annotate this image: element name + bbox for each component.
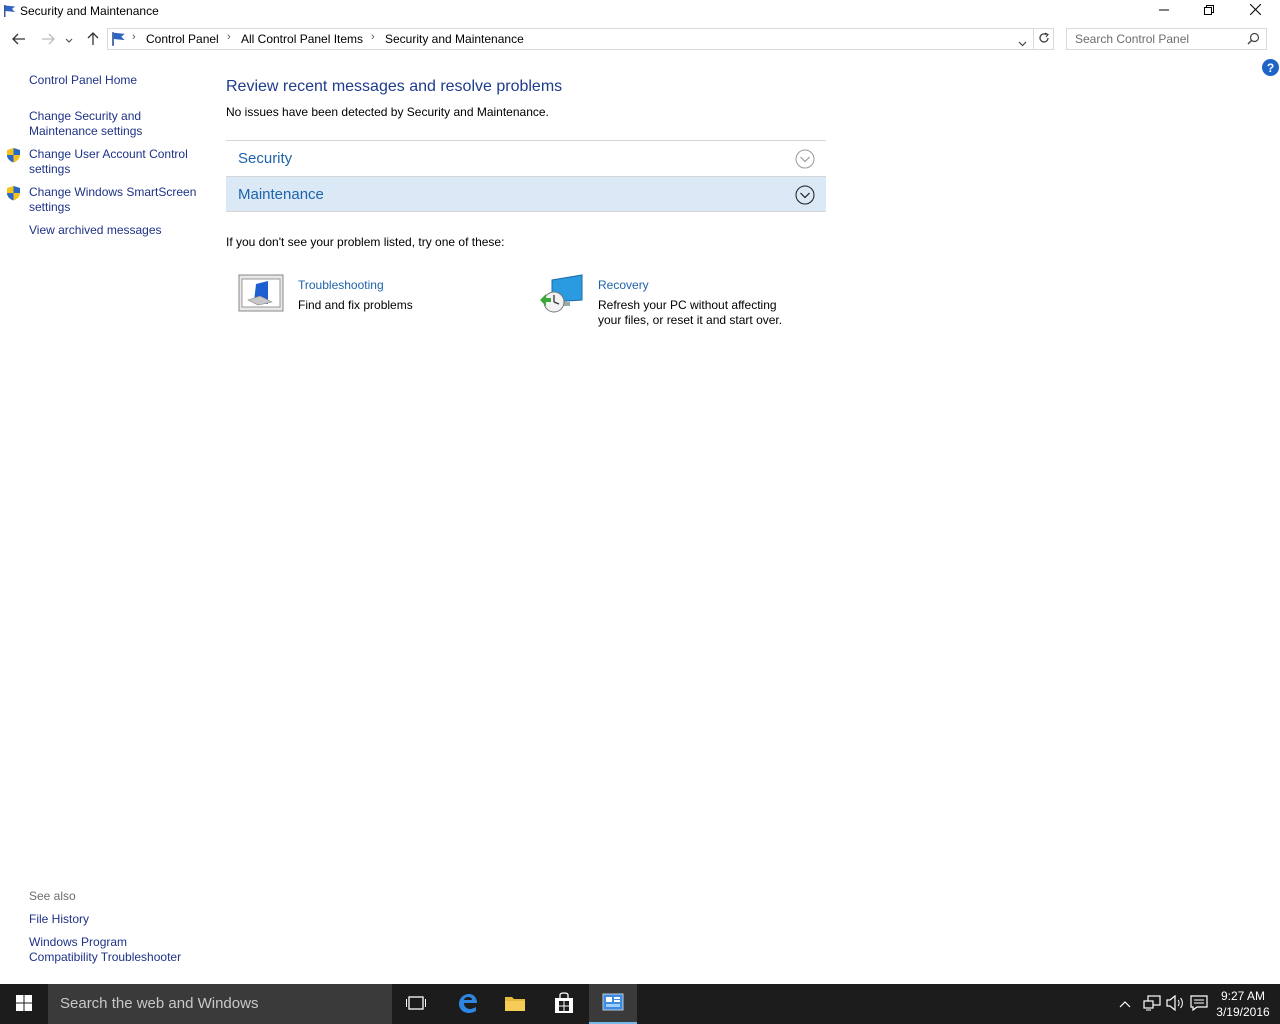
chevron-down-icon bbox=[65, 33, 73, 47]
control-panel-icon bbox=[602, 993, 624, 1014]
up-button[interactable] bbox=[83, 30, 103, 50]
recent-locations-button[interactable] bbox=[62, 30, 76, 50]
clock[interactable]: 9:27 AM 3/19/2016 bbox=[1212, 988, 1274, 1020]
back-button[interactable] bbox=[9, 30, 29, 50]
recovery-icon[interactable] bbox=[538, 274, 584, 319]
security-flag-icon bbox=[3, 4, 17, 21]
taskbar: Search the web and Windows 9:27 AM 3/19/… bbox=[0, 984, 1280, 1024]
action-center-icon[interactable] bbox=[1190, 995, 1208, 1014]
desc-line: Refresh your PC without affecting bbox=[598, 298, 777, 312]
uac-shield-icon bbox=[6, 185, 21, 204]
control-panel-home-link[interactable]: Control Panel Home bbox=[29, 73, 137, 88]
link-line: settings bbox=[29, 162, 71, 176]
forward-arrow-icon bbox=[41, 33, 55, 48]
breadcrumb-separator-icon[interactable]: › bbox=[227, 31, 231, 43]
file-history-link[interactable]: File History bbox=[29, 912, 89, 927]
troubleshooting-link[interactable]: Troubleshooting bbox=[298, 278, 384, 292]
section-label: Maintenance bbox=[238, 186, 324, 203]
recovery-description: Refresh your PC without affecting your f… bbox=[598, 298, 782, 328]
task-view-button[interactable] bbox=[392, 984, 440, 1024]
volume-icon[interactable] bbox=[1166, 994, 1184, 1014]
back-arrow-icon bbox=[12, 33, 26, 48]
breadcrumb-separator-icon[interactable]: › bbox=[371, 31, 375, 43]
address-dropdown-icon[interactable] bbox=[1018, 36, 1027, 50]
control-panel-taskbar-button[interactable] bbox=[589, 984, 637, 1024]
search-box[interactable] bbox=[1066, 28, 1267, 50]
security-section-header[interactable]: Security bbox=[226, 140, 826, 176]
link-line: Change Windows SmartScreen bbox=[29, 185, 197, 199]
change-smartscreen-settings-link[interactable]: Change Windows SmartScreen settings bbox=[29, 185, 196, 215]
start-button[interactable] bbox=[0, 984, 48, 1024]
see-also-heading: See also bbox=[29, 889, 76, 903]
link-line: Windows Program bbox=[29, 935, 128, 949]
page-title: Review recent messages and resolve probl… bbox=[226, 78, 563, 95]
maintenance-section-header[interactable]: Maintenance bbox=[226, 176, 826, 212]
status-message: No issues have been detected by Security… bbox=[226, 105, 549, 119]
clock-time: 9:27 AM bbox=[1220, 989, 1266, 1003]
restore-icon bbox=[1204, 4, 1214, 18]
refresh-button[interactable] bbox=[1034, 28, 1054, 50]
try-these-text: If you don't see your problem listed, tr… bbox=[226, 235, 505, 249]
refresh-icon bbox=[1038, 31, 1050, 47]
link-line: Change User Account Control bbox=[29, 147, 188, 161]
security-flag-icon bbox=[111, 31, 127, 50]
breadcrumb-separator-icon: › bbox=[132, 31, 136, 43]
minimize-icon bbox=[1159, 4, 1169, 18]
network-icon[interactable] bbox=[1143, 995, 1161, 1014]
view-archived-messages-link[interactable]: View archived messages bbox=[29, 223, 162, 238]
up-arrow-icon bbox=[87, 31, 99, 49]
store-button[interactable] bbox=[540, 984, 588, 1024]
show-hidden-icons-chevron-icon[interactable] bbox=[1119, 997, 1131, 1011]
uac-shield-icon bbox=[6, 147, 21, 166]
task-view-icon bbox=[406, 995, 426, 1014]
edge-button[interactable] bbox=[443, 984, 491, 1024]
windows-logo-icon bbox=[16, 994, 32, 1014]
recovery-link[interactable]: Recovery bbox=[598, 278, 649, 292]
breadcrumb-all-items[interactable]: All Control Panel Items bbox=[241, 32, 363, 46]
change-security-maintenance-settings-link[interactable]: Change Security and Maintenance settings bbox=[29, 109, 142, 139]
clock-date: 3/19/2016 bbox=[1216, 1005, 1270, 1019]
expand-chevron-icon[interactable] bbox=[795, 149, 815, 169]
link-line: Compatibility Troubleshooter bbox=[29, 950, 182, 964]
edge-icon bbox=[456, 992, 478, 1017]
link-line: Maintenance settings bbox=[29, 124, 143, 138]
search-icon[interactable] bbox=[1247, 32, 1260, 48]
taskbar-search-text: Search the web and Windows bbox=[60, 995, 259, 1012]
search-input[interactable] bbox=[1067, 29, 1242, 49]
store-bag-icon bbox=[554, 991, 574, 1017]
help-icon: ? bbox=[1266, 60, 1275, 75]
breadcrumb-control-panel[interactable]: Control Panel bbox=[146, 32, 219, 46]
troubleshooting-icon[interactable] bbox=[238, 274, 284, 315]
file-explorer-button[interactable] bbox=[491, 984, 539, 1024]
title-bar: Security and Maintenance bbox=[0, 0, 1280, 24]
address-bar[interactable]: › Control Panel › All Control Panel Item… bbox=[107, 28, 1034, 50]
folder-icon bbox=[504, 994, 526, 1015]
link-line: settings bbox=[29, 200, 71, 214]
link-line: Change Security and bbox=[29, 109, 142, 123]
forward-button[interactable] bbox=[38, 30, 58, 50]
desc-line: your files, or reset it and start over. bbox=[598, 313, 783, 327]
minimize-button[interactable] bbox=[1141, 0, 1187, 22]
taskbar-search-box[interactable]: Search the web and Windows bbox=[48, 984, 392, 1024]
section-label: Security bbox=[238, 150, 293, 167]
restore-button[interactable] bbox=[1186, 0, 1232, 22]
window-title: Security and Maintenance bbox=[20, 4, 159, 18]
help-button[interactable]: ? bbox=[1262, 59, 1279, 76]
troubleshooting-description: Find and fix problems bbox=[298, 298, 413, 313]
breadcrumb-security-maintenance[interactable]: Security and Maintenance bbox=[385, 32, 524, 46]
close-icon bbox=[1249, 3, 1261, 18]
program-compatibility-troubleshooter-link[interactable]: Windows Program Compatibility Troublesho… bbox=[29, 935, 181, 965]
desc-line: Find and fix problems bbox=[298, 298, 413, 312]
close-button[interactable] bbox=[1232, 0, 1278, 22]
change-uac-settings-link[interactable]: Change User Account Control settings bbox=[29, 147, 188, 177]
expand-chevron-icon[interactable] bbox=[795, 185, 815, 205]
